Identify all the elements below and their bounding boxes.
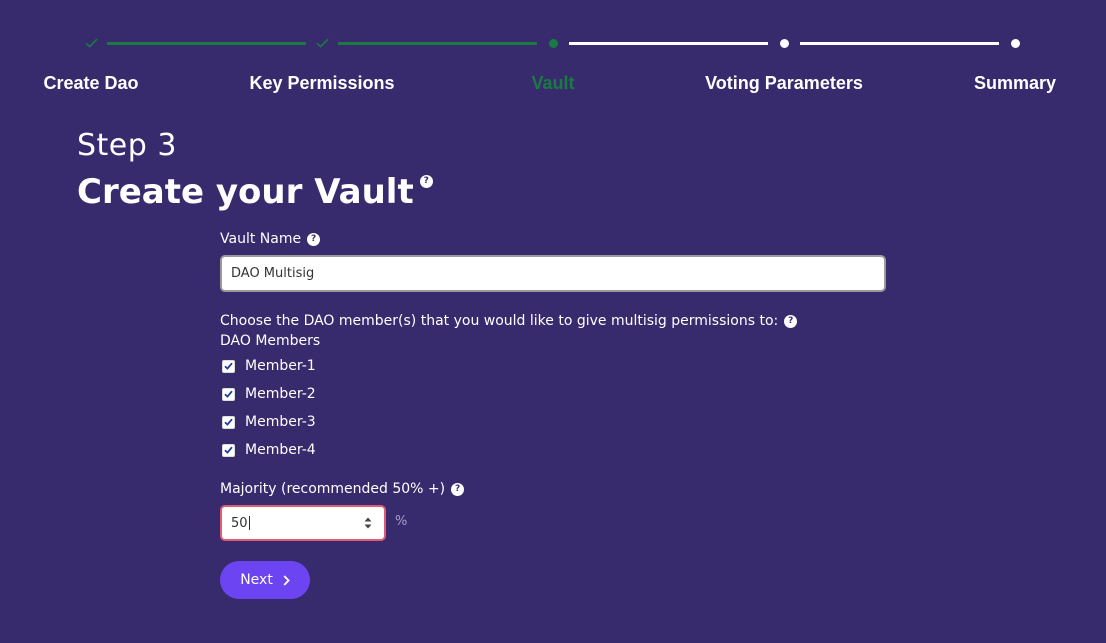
- member-checkbox-row[interactable]: Member-1: [222, 357, 316, 375]
- next-button-label: Next: [240, 572, 273, 588]
- percent-unit: %: [395, 514, 408, 529]
- members-prompt: Choose the DAO member(s) that you would …: [220, 313, 798, 329]
- member-checkbox-row[interactable]: Member-2: [222, 385, 316, 403]
- member-4-checkbox[interactable]: [222, 443, 235, 457]
- step-label-key-permissions[interactable]: Key Permissions: [222, 73, 422, 94]
- current-step-dot-icon: [543, 33, 563, 53]
- majority-number-input[interactable]: 50: [220, 505, 386, 541]
- help-icon[interactable]: ?: [419, 175, 433, 188]
- progress-stepper: Create Dao Key Permissions Vault Voting …: [0, 0, 1106, 100]
- step-dot-icon: [774, 33, 794, 53]
- dao-members-label-text: DAO Members: [220, 333, 321, 349]
- step-number: Step 3: [77, 128, 177, 163]
- next-button[interactable]: Next: [220, 561, 310, 599]
- stepper-arrows-icon[interactable]: [362, 514, 374, 532]
- help-icon[interactable]: ?: [451, 482, 465, 496]
- page-title: Create your Vault ?: [77, 172, 433, 212]
- members-prompt-text: Choose the DAO member(s) that you would …: [220, 313, 779, 329]
- majority-input-value[interactable]: 50: [222, 516, 362, 531]
- stepper-connector-3: [569, 42, 768, 45]
- vault-name-label: Vault Name ?: [220, 231, 321, 247]
- vault-name-label-text: Vault Name: [220, 231, 302, 247]
- majority-label: Majority (recommended 50% +) ?: [220, 481, 465, 497]
- step-label-create-dao[interactable]: Create Dao: [0, 73, 191, 94]
- step-label-summary[interactable]: Summary: [915, 73, 1106, 94]
- text-caret: [248, 516, 250, 530]
- stepper-connector-1: [107, 42, 306, 45]
- member-2-checkbox[interactable]: [222, 387, 235, 401]
- member-1-checkbox[interactable]: [222, 359, 235, 373]
- chevron-right-icon: [283, 574, 290, 586]
- stepper-connector-2: [338, 42, 537, 45]
- help-icon[interactable]: ?: [784, 314, 798, 328]
- step-label-vault[interactable]: Vault: [453, 73, 653, 94]
- step-dot-icon: [1005, 33, 1025, 53]
- stepper-connector-4: [800, 42, 999, 45]
- member-label: Member-3: [245, 414, 316, 430]
- step-label-voting-parameters[interactable]: Voting Parameters: [684, 73, 884, 94]
- check-icon: [312, 33, 332, 53]
- help-icon[interactable]: ?: [307, 232, 321, 246]
- member-label: Member-2: [245, 386, 316, 402]
- majority-label-text: Majority (recommended 50% +): [220, 481, 446, 497]
- member-3-checkbox[interactable]: [222, 415, 235, 429]
- dao-members-label: DAO Members: [220, 333, 320, 349]
- member-checkbox-row[interactable]: Member-3: [222, 413, 316, 431]
- member-checkbox-row[interactable]: Member-4: [222, 441, 316, 459]
- member-label: Member-4: [245, 442, 316, 458]
- page-title-text: Create your Vault: [77, 172, 414, 212]
- check-icon: [81, 33, 101, 53]
- member-label: Member-1: [245, 358, 316, 374]
- vault-name-input[interactable]: [220, 255, 886, 292]
